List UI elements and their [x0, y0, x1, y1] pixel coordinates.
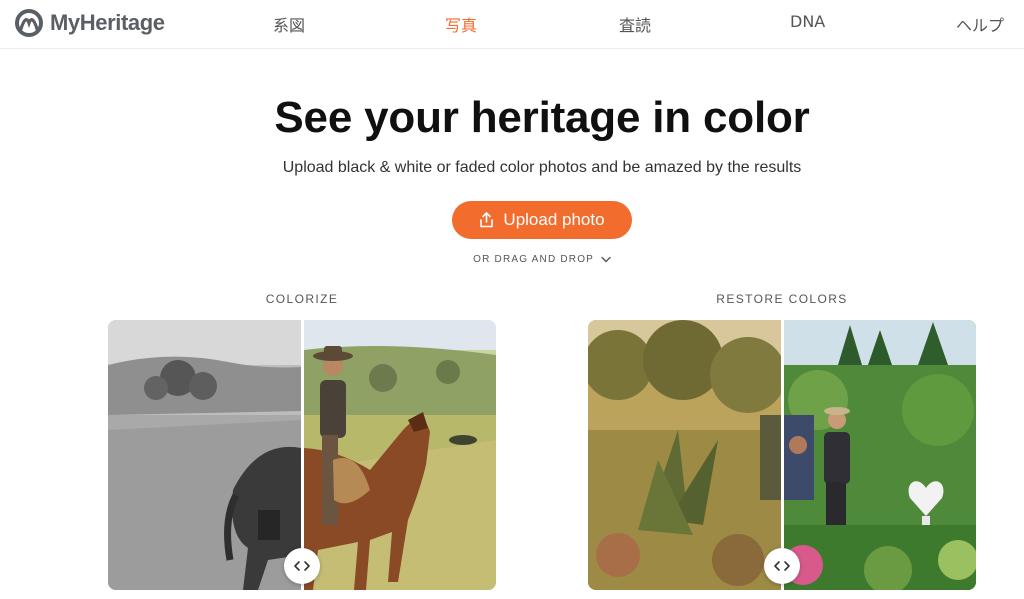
- logo-text: MyHeritage: [50, 10, 165, 35]
- drag-and-drop-toggle[interactable]: OR DRAG AND DROP: [0, 254, 1024, 265]
- nav-help[interactable]: ヘルプ: [956, 12, 1004, 36]
- compare-slider-handle[interactable]: [764, 548, 800, 584]
- page-title: See your heritage in color: [274, 93, 810, 142]
- compare-arrows-icon: [294, 561, 310, 571]
- upload-icon: [480, 212, 494, 228]
- colorize-label: COLORIZE: [265, 292, 339, 306]
- upload-photo-button[interactable]: Upload photo: [452, 201, 632, 239]
- restore-colors-demo[interactable]: [588, 320, 976, 590]
- compare-arrows-icon: [774, 561, 790, 571]
- nav-family-tree[interactable]: 系図: [273, 12, 305, 36]
- myheritage-logo[interactable]: MyHeritage: [15, 9, 165, 37]
- colorize-demo[interactable]: [108, 320, 496, 590]
- logo-icon: [15, 9, 43, 37]
- chevron-down-icon: [601, 256, 611, 263]
- compare-slider-handle[interactable]: [284, 548, 320, 584]
- upload-photo-label: Upload photo: [503, 210, 605, 229]
- page-subtitle: Upload black & white or faded color phot…: [282, 159, 802, 176]
- restore-colors-label: RESTORE COLORS: [716, 292, 848, 306]
- page: MyHeritage 系図 写真 査読 DNA ヘルプ See your her…: [0, 0, 1024, 599]
- nav-photos[interactable]: 写真: [445, 12, 477, 36]
- drag-and-drop-label: OR DRAG AND DROP: [473, 254, 594, 265]
- nav-dna[interactable]: DNA: [790, 12, 825, 31]
- top-navigation-bar: MyHeritage 系図 写真 査読 DNA ヘルプ: [0, 0, 1024, 49]
- nav-discoveries[interactable]: 査読: [619, 12, 651, 36]
